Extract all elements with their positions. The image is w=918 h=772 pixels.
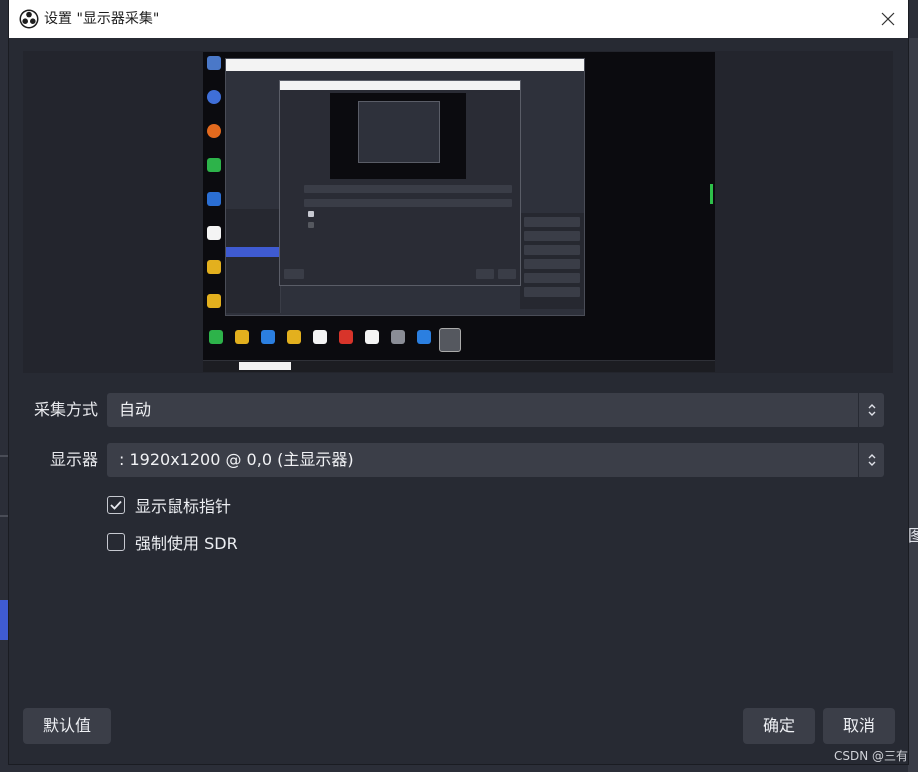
preview-field (304, 185, 512, 193)
preview-desktop-icon (207, 90, 221, 104)
main-window-divider (0, 515, 9, 517)
capture-preview (23, 51, 893, 373)
preview-file-icon (365, 330, 379, 344)
preview-file-icon (417, 330, 431, 344)
preview-control-button (524, 245, 580, 255)
main-window-selected-item (0, 600, 9, 640)
capture-method-label: 采集方式 (33, 400, 98, 419)
cancel-button[interactable]: 取消 (823, 708, 895, 744)
preview-file-icon (313, 330, 327, 344)
dialog-title: 设置 "显示器采集" (44, 11, 160, 27)
preview-file-icon (391, 330, 405, 344)
preview-button (476, 269, 494, 279)
checkbox-unchecked-icon (107, 533, 125, 551)
main-window-divider (0, 455, 9, 457)
main-window-right-edge (908, 38, 918, 772)
preview-control-button (524, 273, 580, 283)
capture-method-value: 自动 (119, 400, 152, 419)
preview-screen (203, 52, 715, 372)
preview-desktop-icon (207, 192, 221, 206)
preview-control-button (524, 287, 580, 297)
preview-top-strip (587, 52, 715, 62)
preview-file-icon (339, 330, 353, 344)
preview-file-icon (209, 330, 223, 344)
preview-file-icon (287, 330, 301, 344)
defaults-button[interactable]: 默认值 (23, 708, 111, 744)
preview-desktop-icon (207, 294, 221, 308)
preview-button (498, 269, 516, 279)
force-sdr-checkbox[interactable]: 强制使用 SDR (107, 531, 238, 553)
preview-taskbar-search (239, 362, 291, 370)
preview-scene-list (226, 209, 281, 313)
preview-desktop-icon (207, 226, 221, 240)
updown-arrows-icon (858, 393, 884, 427)
ok-button[interactable]: 确定 (743, 708, 815, 744)
preview-file-icon (261, 330, 275, 344)
preview-desktop-icon (207, 124, 221, 138)
preview-control-button (524, 231, 580, 241)
preview-checkbox (308, 211, 314, 217)
preview-window-titlebar (280, 81, 520, 90)
preview-desktop-icon (207, 260, 221, 274)
title-bar: 设置 "显示器采集" (9, 0, 908, 38)
close-icon (881, 12, 895, 26)
watermark: CSDN @三有 (833, 749, 908, 763)
main-window-partial-label: 图 (908, 526, 918, 545)
preview-selected-scene (226, 247, 280, 257)
checkbox-checked-icon (107, 496, 125, 514)
show-cursor-checkbox[interactable]: 显示鼠标指针 (107, 494, 231, 516)
obs-logo-icon (19, 9, 39, 29)
display-value: : 1920x1200 @ 0,0 (主显示器) (119, 450, 354, 469)
preview-audio-meter (710, 184, 713, 204)
preview-control-button (524, 217, 580, 227)
preview-desktop-files (203, 328, 463, 358)
preview-button (284, 269, 304, 279)
preview-controls (520, 213, 584, 309)
preview-desktop-icon (207, 56, 221, 70)
preview-properties-window (279, 80, 521, 286)
updown-arrows-icon (858, 443, 884, 477)
preview-file-icon (235, 330, 249, 344)
preview-desktop-icon (207, 158, 221, 172)
close-button[interactable] (868, 0, 908, 38)
preview-field (304, 199, 512, 207)
capture-method-select[interactable]: 自动 (107, 393, 884, 427)
show-cursor-label: 显示鼠标指针 (135, 497, 232, 516)
properties-dialog: 设置 "显示器采集" 采集方式 自动 显示器: 1920x1200 @ 0,0… (9, 0, 908, 764)
preview-checkbox (308, 222, 314, 228)
force-sdr-label: 强制使用 SDR (135, 534, 238, 553)
preview-control-button (524, 259, 580, 269)
preview-nested-window (358, 101, 440, 163)
preview-window-titlebar (226, 59, 584, 71)
display-select[interactable]: : 1920x1200 @ 0,0 (主显示器) (107, 443, 884, 477)
preview-nested-screen (330, 93, 466, 179)
display-label: 显示器 (49, 450, 98, 469)
preview-file-icon (439, 328, 461, 352)
